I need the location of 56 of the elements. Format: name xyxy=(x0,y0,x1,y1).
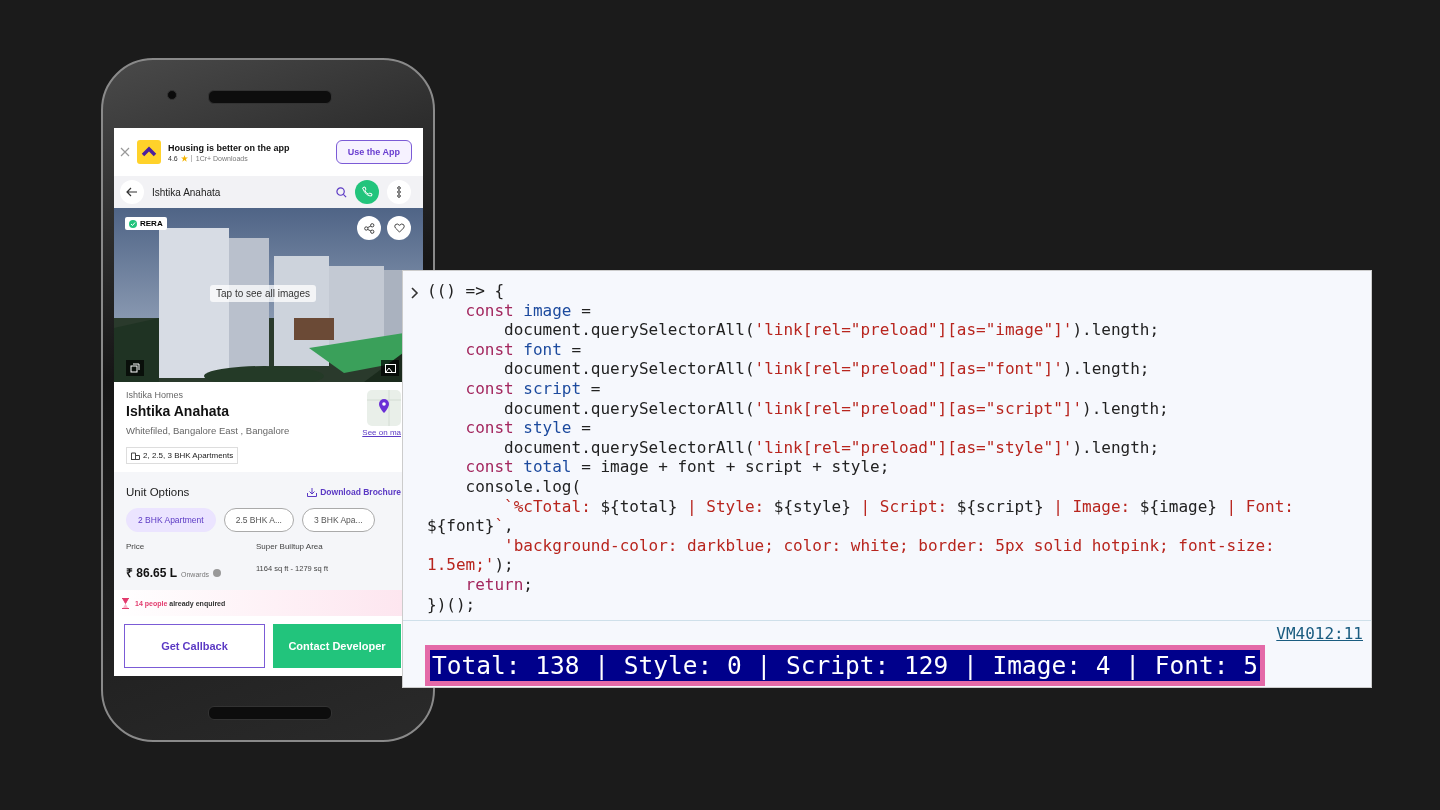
download-icon[interactable] xyxy=(307,487,318,497)
gallery-icon[interactable] xyxy=(126,360,144,376)
configuration-tag: 2, 2.5, 3 BHK Apartments xyxy=(126,447,239,464)
code-line: const style = xyxy=(464,418,592,438)
header-title: Ishtika Anahata xyxy=(152,186,222,198)
info-icon[interactable] xyxy=(213,568,222,577)
camera-lens xyxy=(167,90,177,100)
code-line: const total = image + font + script + style; xyxy=(464,457,891,477)
see-on-map-link[interactable]: See on ma xyxy=(362,428,401,437)
project-name: Ishtika Anahata xyxy=(126,402,230,420)
rera-badge: RERA xyxy=(125,217,167,230)
app-logo xyxy=(137,140,161,164)
code-line: const image = xyxy=(464,300,592,321)
hourglass-icon xyxy=(122,597,129,609)
back-arrow-icon[interactable] xyxy=(126,187,138,197)
close-icon[interactable] xyxy=(120,147,130,157)
search-icon[interactable] xyxy=(336,186,347,198)
code-line: `%cTotal: ${total} | Style: ${style} | Script: ${script} | Image: ${image} | Font: xyxy=(503,496,1295,517)
code-line: document.querySelectorAll('link[rel="preload"][as="style"]').length; xyxy=(503,437,1161,458)
developer-name: Ishtika Homes xyxy=(126,390,185,401)
unit-chip[interactable]: 2.5 BHK A... xyxy=(223,508,294,532)
use-app-button[interactable]: Use the App xyxy=(335,140,412,164)
code-line: console.log( xyxy=(464,476,583,497)
price-label: Price xyxy=(126,542,146,553)
more-icon[interactable] xyxy=(397,186,401,198)
code-line: (() => { xyxy=(427,281,506,301)
building-icon xyxy=(131,451,140,460)
code-line: const font = xyxy=(464,339,583,360)
code-line: document.querySelectorAll('link[rel="preload"][as="script"]').length; xyxy=(503,398,1170,419)
source-link[interactable]: VM4012:11 xyxy=(1276,624,1363,644)
more-button[interactable] xyxy=(387,180,411,204)
heart-icon[interactable] xyxy=(393,223,405,233)
prompt-chevron-icon xyxy=(410,287,420,299)
console-output: Total: 138 | Style: 0 | Script: 129 | Image: 4 | Font: 5 xyxy=(425,645,1265,687)
project-location: Whitefiled, Bangalore East , Bangalore xyxy=(126,425,291,437)
code-line: 1.5em;'); xyxy=(427,555,515,575)
gallery-hint[interactable]: Tap to see all images xyxy=(210,285,316,302)
code-line: document.querySelectorAll('link[rel="preload"][as="font"]').length; xyxy=(503,359,1151,379)
share-icon[interactable] xyxy=(363,222,375,234)
area-label: Super Builtup Area xyxy=(256,542,324,553)
code-line: return; xyxy=(464,574,534,595)
code-line: document.querySelectorAll('link[rel="preload"][as="image"]').length; xyxy=(503,320,1161,340)
unit-chip[interactable]: 2 BHK Apartment xyxy=(126,508,216,532)
banner-title: Housing is better on the app xyxy=(168,142,291,153)
section-title: Unit Options xyxy=(126,486,190,498)
unit-chip[interactable]: 3 BHK Apa... xyxy=(302,508,375,532)
image-icon[interactable] xyxy=(381,360,399,376)
download-brochure-link[interactable]: Download Brochure xyxy=(307,487,401,497)
code-line: const script = xyxy=(464,378,602,399)
code-line: ${font}`, xyxy=(427,516,515,536)
star-icon xyxy=(180,154,188,162)
price-value: ₹ 86.65 L xyxy=(126,564,178,581)
map-thumbnail[interactable] xyxy=(367,390,401,426)
code-line: 'background-color: darkblue; color: white; border: 5px solid hotpink; font-size: xyxy=(503,535,1276,556)
code-line: })(); xyxy=(427,594,477,615)
callback-button[interactable]: Get Callback xyxy=(124,624,265,668)
